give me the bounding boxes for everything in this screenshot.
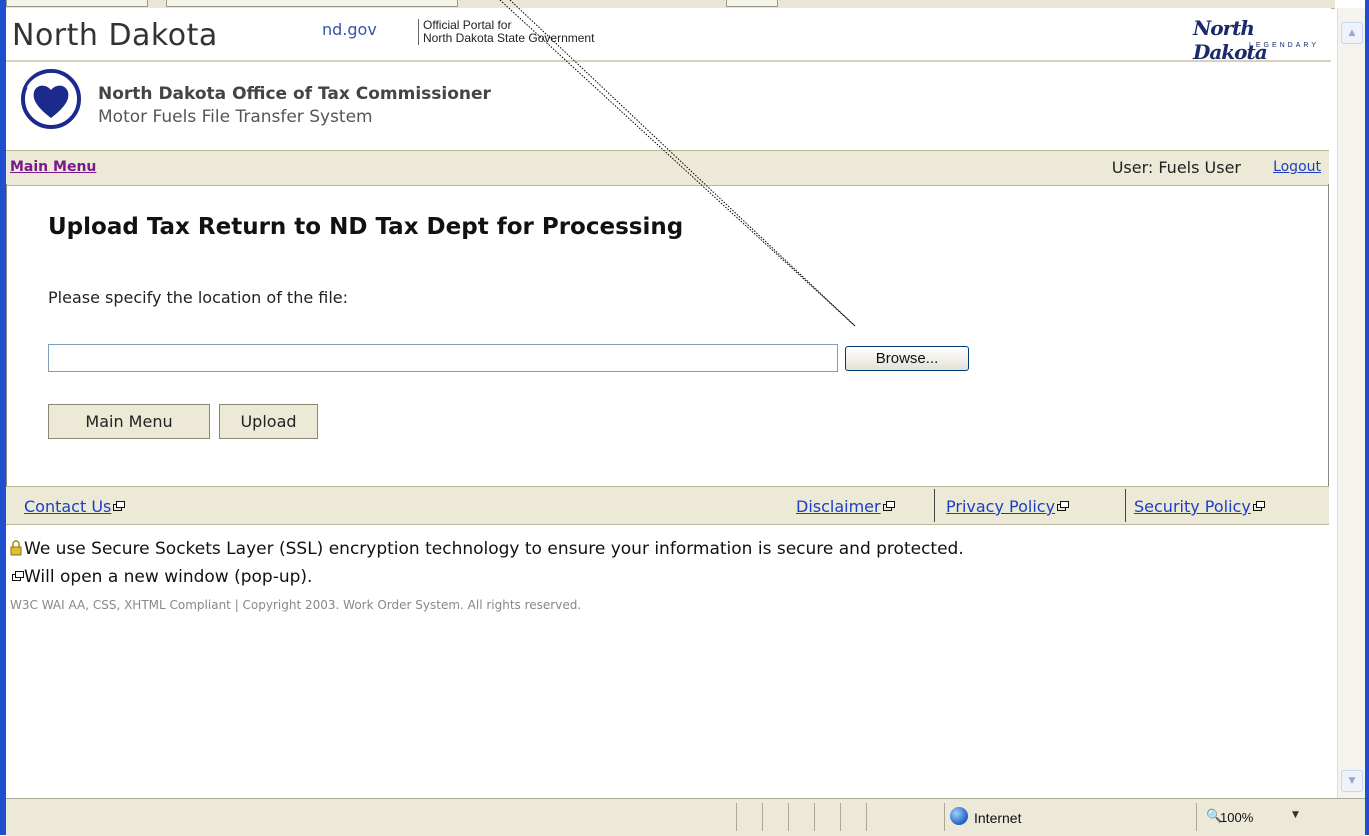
security-policy-label: Security Policy xyxy=(1134,497,1251,516)
disclaimer-link[interactable]: Disclaimer xyxy=(796,497,895,516)
privacy-policy-link[interactable]: Privacy Policy xyxy=(946,497,1070,516)
status-cell xyxy=(840,803,841,831)
popup-window-icon xyxy=(12,571,24,581)
footer-divider xyxy=(1125,489,1126,522)
footer-links-bar: Contact Us Disclaimer Privacy Policy Sec… xyxy=(6,486,1329,525)
popup-window-icon xyxy=(113,501,126,511)
main-menu-link[interactable]: Main Menu xyxy=(10,159,96,175)
state-name-title: North Dakota xyxy=(12,18,218,53)
status-cell xyxy=(944,803,945,831)
security-policy-link[interactable]: Security Policy xyxy=(1134,497,1265,516)
browser-tab[interactable] xyxy=(726,0,778,7)
browser-tab[interactable] xyxy=(6,0,148,7)
footer-divider xyxy=(934,489,935,522)
status-bar: Internet 🔍 100% ▼ xyxy=(6,798,1365,836)
upload-form: Upload Tax Return to ND Tax Dept for Pro… xyxy=(6,184,1329,486)
globe-icon xyxy=(950,807,968,825)
file-location-label: Please specify the location of the file: xyxy=(48,288,349,307)
status-cell xyxy=(814,803,815,831)
popup-window-icon xyxy=(1252,501,1265,511)
scroll-down-button[interactable]: ▼ xyxy=(1341,770,1363,792)
privacy-policy-label: Privacy Policy xyxy=(946,497,1056,516)
status-cell xyxy=(788,803,789,831)
heart-logo-icon xyxy=(21,69,81,129)
north-dakota-legendary-logo[interactable]: North Dakota LEGENDARY xyxy=(1193,16,1323,64)
nav-bar: Main Menu User: Fuels User Logout xyxy=(6,150,1329,186)
file-path-input[interactable] xyxy=(48,344,838,372)
current-user: User: Fuels User xyxy=(1111,158,1241,177)
status-cell xyxy=(1196,803,1197,831)
status-cell xyxy=(762,803,763,831)
zoom-dropdown-icon[interactable]: ▼ xyxy=(1292,810,1299,820)
ndgov-logo[interactable]: nd.gov xyxy=(322,20,377,39)
popup-window-icon xyxy=(882,501,895,511)
main-menu-button[interactable]: Main Menu xyxy=(48,404,210,439)
portal-line-2: North Dakota State Government xyxy=(423,31,595,45)
upload-button[interactable]: Upload xyxy=(219,404,318,439)
page-title: Upload Tax Return to ND Tax Dept for Pro… xyxy=(48,214,684,240)
portal-header: North Dakota nd.gov Official Portal for … xyxy=(6,8,1331,64)
disclaimer-label: Disclaimer xyxy=(796,497,881,516)
page-content: North Dakota nd.gov Official Portal for … xyxy=(6,8,1331,798)
contact-us-link[interactable]: Contact Us xyxy=(24,497,126,516)
zoom-level[interactable]: 100% xyxy=(1220,810,1253,825)
office-header: North Dakota Office of Tax Commissioner … xyxy=(6,60,1331,152)
status-cell xyxy=(866,803,867,831)
browse-button[interactable]: Browse... xyxy=(845,346,969,371)
logo-script-text: North Dakota xyxy=(1193,16,1268,64)
logout-link[interactable]: Logout xyxy=(1273,159,1321,175)
office-name: North Dakota Office of Tax Commissioner xyxy=(98,84,491,104)
lock-icon xyxy=(10,540,22,556)
vertical-scrollbar[interactable]: ▲ ▼ xyxy=(1337,8,1365,798)
security-zone: Internet xyxy=(974,810,1022,826)
status-cell xyxy=(736,803,737,831)
browser-tab-active[interactable] xyxy=(166,0,458,7)
portal-tagline: Official Portal for North Dakota State G… xyxy=(418,19,594,45)
copyright-text: W3C WAI AA, CSS, XHTML Compliant | Copyr… xyxy=(10,598,582,612)
window-border-right xyxy=(1365,0,1369,835)
contact-us-label: Contact Us xyxy=(24,497,112,516)
ssl-notice: We use Secure Sockets Layer (SSL) encryp… xyxy=(24,539,964,559)
system-name: Motor Fuels File Transfer System xyxy=(98,107,373,127)
scroll-up-button[interactable]: ▲ xyxy=(1341,22,1363,44)
popup-window-icon xyxy=(1057,501,1070,511)
popup-notice: Will open a new window (pop-up). xyxy=(24,567,313,587)
logo-tagline: LEGENDARY xyxy=(1248,42,1319,49)
